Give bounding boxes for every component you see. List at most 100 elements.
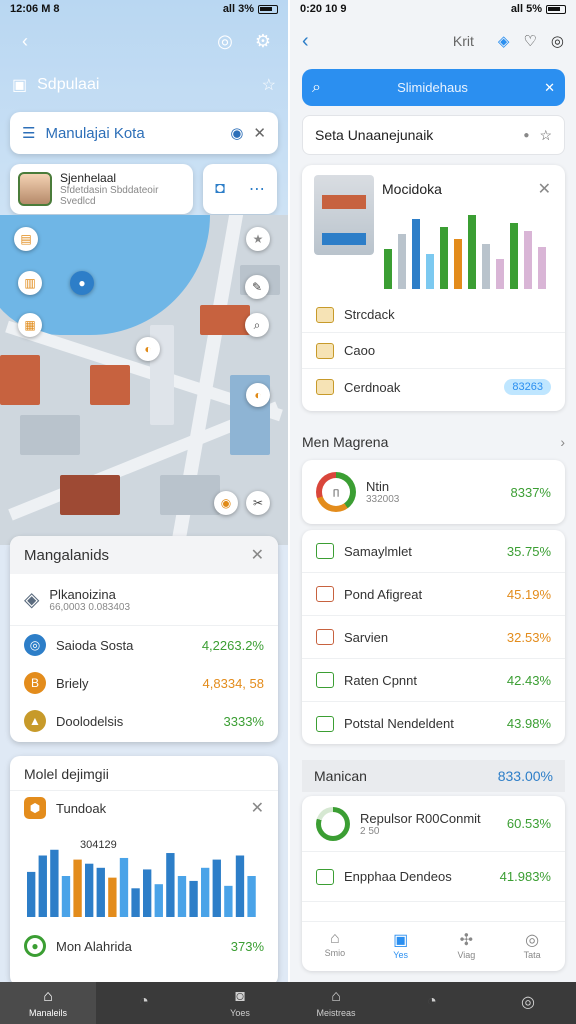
section-header[interactable]: Men Magrena › [302,428,565,456]
item-value: 3333% [223,713,264,729]
map-pin-coin[interactable]: ◐ [136,337,160,361]
search-input[interactable]: ☰ Manulajai Kota ◉ ✕ [10,112,278,154]
city-map[interactable]: ▤ ▥ ▦ ● ★ ✎ ⌕ ◐ ◐ ◉ ✂ [0,215,288,545]
chart-bar [50,849,59,917]
map-pin-marker[interactable]: ◉ [214,491,238,515]
chart-bar [166,853,175,917]
item-label: Plkanoizina [49,586,116,602]
footer-value: 373% [230,938,264,954]
tab-settings[interactable]: ◎ [480,982,576,1024]
search-input[interactable]: ⌕ Slimidehaus ✕ [302,69,565,106]
inner-tab-chat[interactable]: ◎ Tata [499,922,565,971]
row-label: Repulsor R00Conmit [360,810,481,826]
donut-chart: ∏ [316,472,356,512]
map-pin-star[interactable]: ★ [246,227,270,251]
list-item[interactable]: Samaylmlet 35.75% [302,530,565,573]
chat-icon[interactable]: ◎ [551,32,564,50]
inner-tab-home[interactable]: ⌂ Smio [302,922,368,971]
map-pin-pen[interactable]: ✎ [245,275,269,299]
inner-tab-card[interactable]: ▣ Yes [368,922,434,971]
target-icon[interactable]: ◘ [215,180,225,198]
map-pin-tools[interactable]: ✂ [246,491,270,515]
settings-icon[interactable]: ⚙ [250,28,276,54]
list-item[interactable]: ▲ Doolodelsis 3333% [10,702,278,740]
filter-field[interactable]: Seta Unaanejunaik ● ☆ [302,115,565,155]
location-icon[interactable]: ◉ [230,124,243,142]
tab-compass[interactable]: ◔ [96,982,192,1024]
list-item[interactable]: B Briely 4,8334, 58 [10,664,278,702]
heart-icon[interactable]: ♡ [523,32,536,50]
tab-label: Viag [457,950,476,960]
shield-icon[interactable]: ◈ [498,32,510,50]
map-pin-store[interactable]: ▦ [18,313,42,337]
tab-label: Meistreas [316,1008,356,1018]
tab-home-2[interactable]: ⌂ Meistreas [288,982,384,1024]
search-value: Manulajai Kota [45,124,145,142]
progress-ring [316,806,350,841]
map-pin-shop[interactable]: ▥ [18,271,42,295]
inner-tab-puzzle[interactable]: ✣ Viag [434,922,500,971]
mini-bar [412,219,420,289]
list-item[interactable]: Caoo [302,333,565,369]
chevron-right-icon[interactable]: › [560,434,565,450]
close-icon[interactable]: ✕ [253,124,266,142]
value-badge: 83263 [504,379,551,395]
tab-label: Smio [324,948,346,958]
left-screen: 12:06 M 8 all 3% ‹ ◎ ⚙ ▣ Sdpulaai ☆ ☰ Man… [0,0,288,982]
list-item[interactable]: Raten Cpnnt 42.43% [302,659,565,702]
back-icon[interactable]: ‹ [12,28,38,54]
list-item[interactable]: Strcdack [302,297,565,333]
close-icon[interactable]: ✕ [538,179,551,199]
map-pin-search[interactable]: ⌕ [245,313,269,337]
tab-compass-2[interactable]: ◔ [384,982,480,1024]
map-pin-building[interactable]: ▤ [14,227,38,251]
compass-icon: ◔ [427,993,437,1010]
mini-bar [468,215,476,289]
stat-label: Ntin [366,479,390,494]
home-icon: ⌂ [330,930,340,947]
battery-icon [258,4,278,14]
mini-bar [482,244,490,289]
back-icon[interactable]: ‹ [302,30,309,53]
stat-card[interactable]: ∏ Ntin 332003 8337% [302,460,565,524]
star-icon[interactable]: ☆ [539,127,552,144]
chart-bar [131,888,140,917]
chart-bar [154,884,163,917]
right-screen: 0:20 10 9 all 5% ‹ Krit ◈ ♡ ◎ ⌕ Slimideh… [290,0,576,982]
map-pin-coin-2[interactable]: ◐ [246,383,270,407]
map-pin-location[interactable]: ● [70,271,94,295]
close-icon[interactable]: ✕ [251,798,264,818]
chat-icon[interactable]: ◎ [212,28,238,54]
diamond-icon: ◈ [24,589,40,611]
basket-icon [316,586,334,602]
card-icon [316,672,334,688]
tab-home[interactable]: ⌂ Manaleils [0,982,96,1024]
profile-line2: Svedlcd [60,196,96,207]
model-panel: Molel dejimgii ⬢ Tundoak ✕ 304129 ● Mon … [10,756,278,982]
pin-icon [316,543,334,559]
list-item[interactable]: Potstal Nendeldent 43.98% [302,702,565,745]
stack-icon [316,379,334,395]
mini-bar [496,259,504,289]
list-item[interactable]: ◎ Saioda Sosta 4,2263.2% [10,626,278,664]
ledger-icon [316,715,334,732]
ledger-icon [316,868,334,885]
chart-bar [143,869,152,917]
list-item[interactable]: Sarvien 32.53% [302,616,565,659]
list-item[interactable]: Pond Afigreat 45.19% [302,573,565,616]
favorite-icon[interactable]: ☆ [262,75,276,95]
close-icon[interactable]: ✕ [544,80,555,96]
more-icon[interactable]: ⋯ [249,179,265,199]
close-icon[interactable]: ✕ [251,545,264,565]
stall-illustration [314,175,374,255]
search-icon: ⌕ [312,78,321,96]
compass-icon: ◔ [139,993,149,1010]
list-item[interactable]: Cerdnoak 83263 [302,369,565,405]
metrics-list: Samaylmlet 35.75% Pond Afigreat 45.19% S… [302,530,565,744]
menu-icon[interactable]: ☰ [22,124,35,142]
profile-card[interactable]: Sjenhelaal Sfdetdasin Sbddateoir Svedlcd [10,164,193,214]
tab-chat[interactable]: ◙ Yoes [192,982,288,1024]
chart-bar [85,863,94,917]
bottom-tabbar: ⌂ Manaleils ◔ ◙ Yoes ⌂ Meistreas ◔ ◎ [0,982,576,1024]
mini-bar-chart [384,215,546,289]
